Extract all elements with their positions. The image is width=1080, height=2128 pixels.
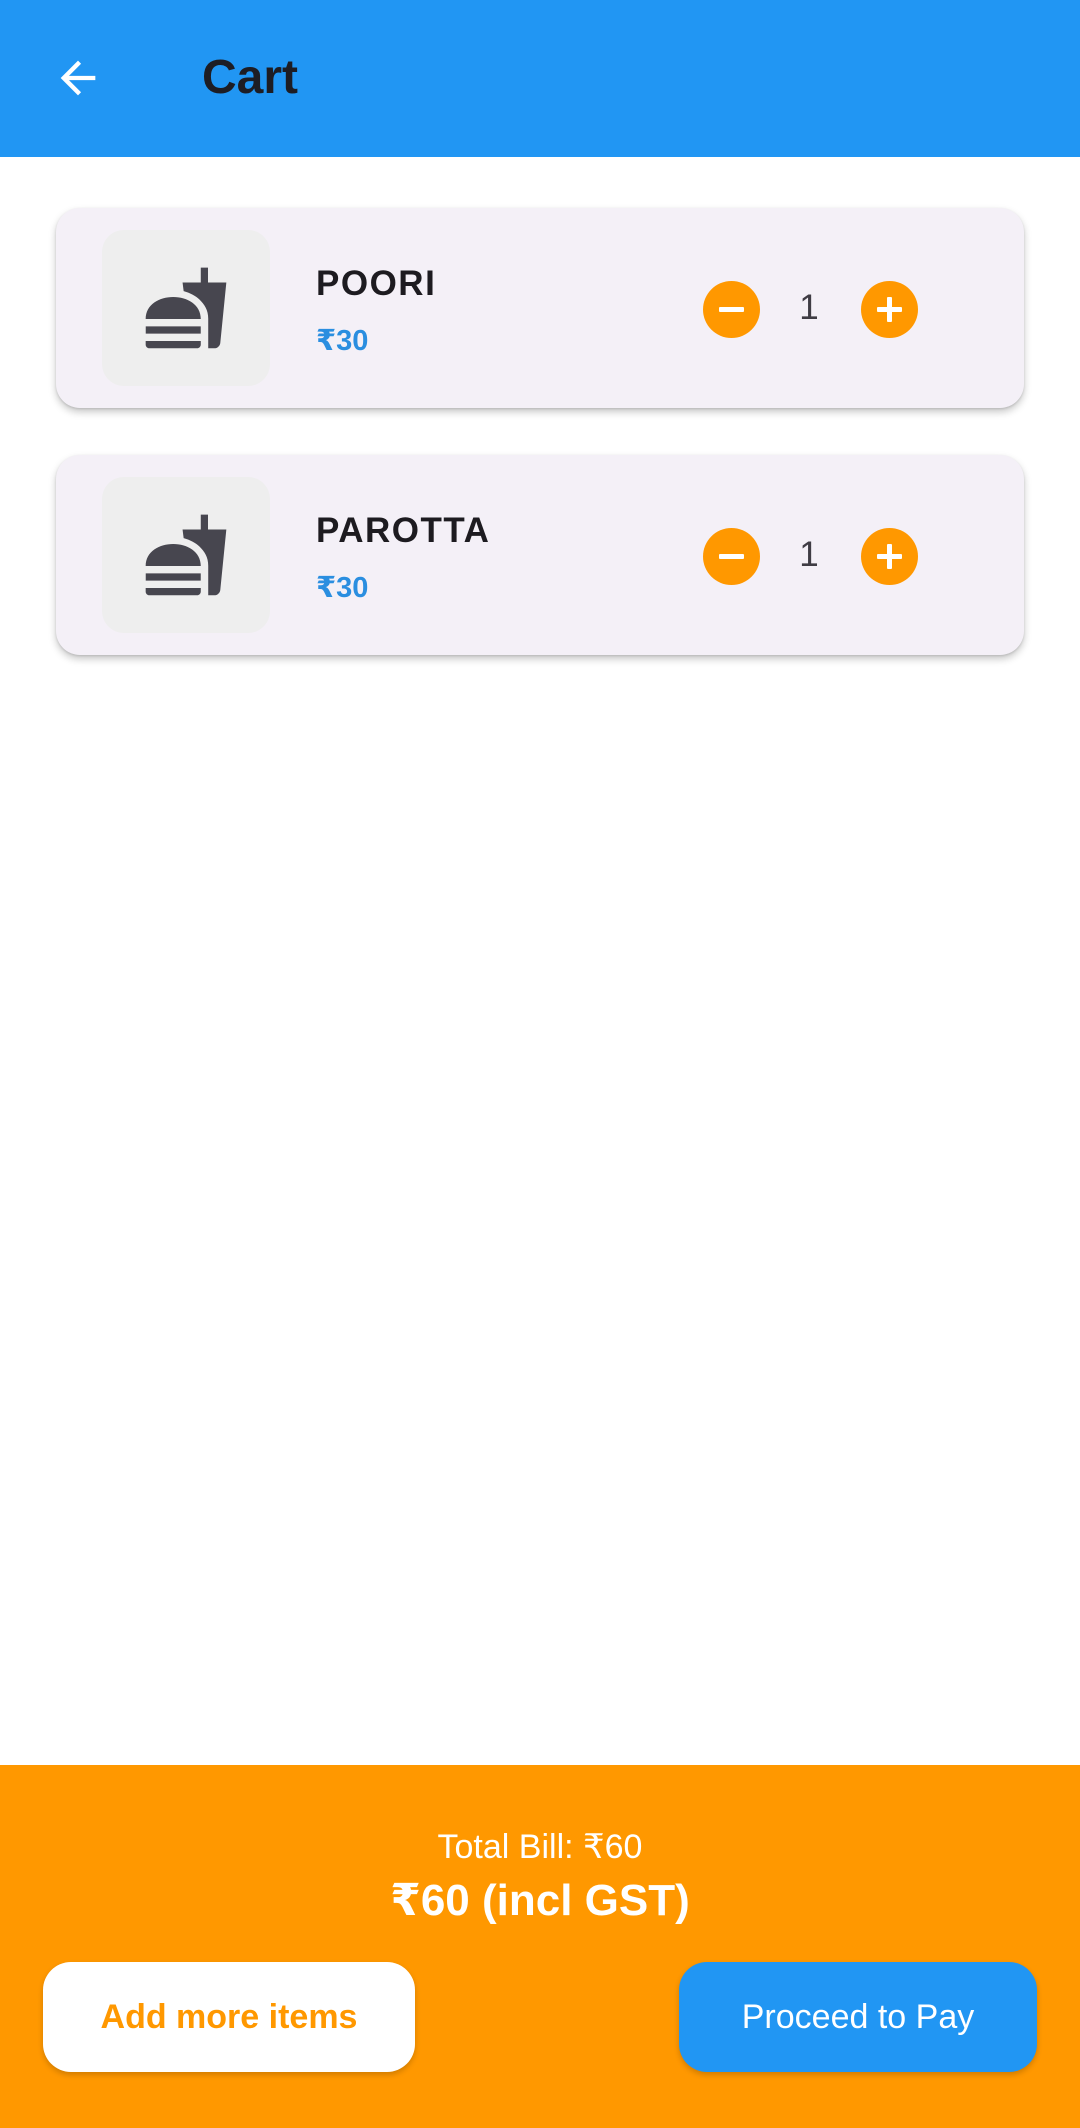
page-title: Cart (202, 51, 299, 104)
quantity-value: 1 (799, 288, 819, 327)
increase-quantity-button[interactable] (861, 528, 918, 585)
total-amount: ₹60 (incl GST) (390, 1876, 690, 1925)
item-thumbnail (102, 230, 270, 386)
app-bar: Cart (0, 0, 1080, 157)
item-thumbnail (102, 477, 270, 633)
item-price: ₹30 (316, 325, 369, 357)
plus-icon (877, 544, 902, 569)
add-more-items-button[interactable]: Add more items (43, 1962, 415, 2072)
cart-screen: Cart POORI ₹30 1 PAROTTA ₹30 1 Total Bil… (0, 0, 1080, 2128)
fastfood-icon (145, 514, 227, 596)
quantity-value: 1 (799, 535, 819, 574)
arrow-back-icon (60, 60, 96, 96)
increase-quantity-button[interactable] (861, 281, 918, 338)
cart-list: POORI ₹30 1 PAROTTA ₹30 1 (56, 208, 1024, 702)
cart-item: PAROTTA ₹30 1 (56, 455, 1024, 655)
decrease-quantity-button[interactable] (703, 281, 760, 338)
back-button[interactable] (40, 40, 116, 116)
minus-icon (719, 307, 744, 312)
bill-summary-panel: Total Bill: ₹60 ₹60 (incl GST) Add more … (0, 1765, 1080, 2128)
total-bill-label: Total Bill: ₹60 (437, 1828, 643, 1866)
fastfood-icon (145, 267, 227, 349)
plus-icon (877, 297, 902, 322)
proceed-to-pay-button[interactable]: Proceed to Pay (679, 1962, 1037, 2072)
item-name: PAROTTA (316, 511, 491, 550)
item-name: POORI (316, 264, 437, 303)
item-price: ₹30 (316, 572, 369, 604)
decrease-quantity-button[interactable] (703, 528, 760, 585)
minus-icon (719, 554, 744, 559)
cart-item: POORI ₹30 1 (56, 208, 1024, 408)
